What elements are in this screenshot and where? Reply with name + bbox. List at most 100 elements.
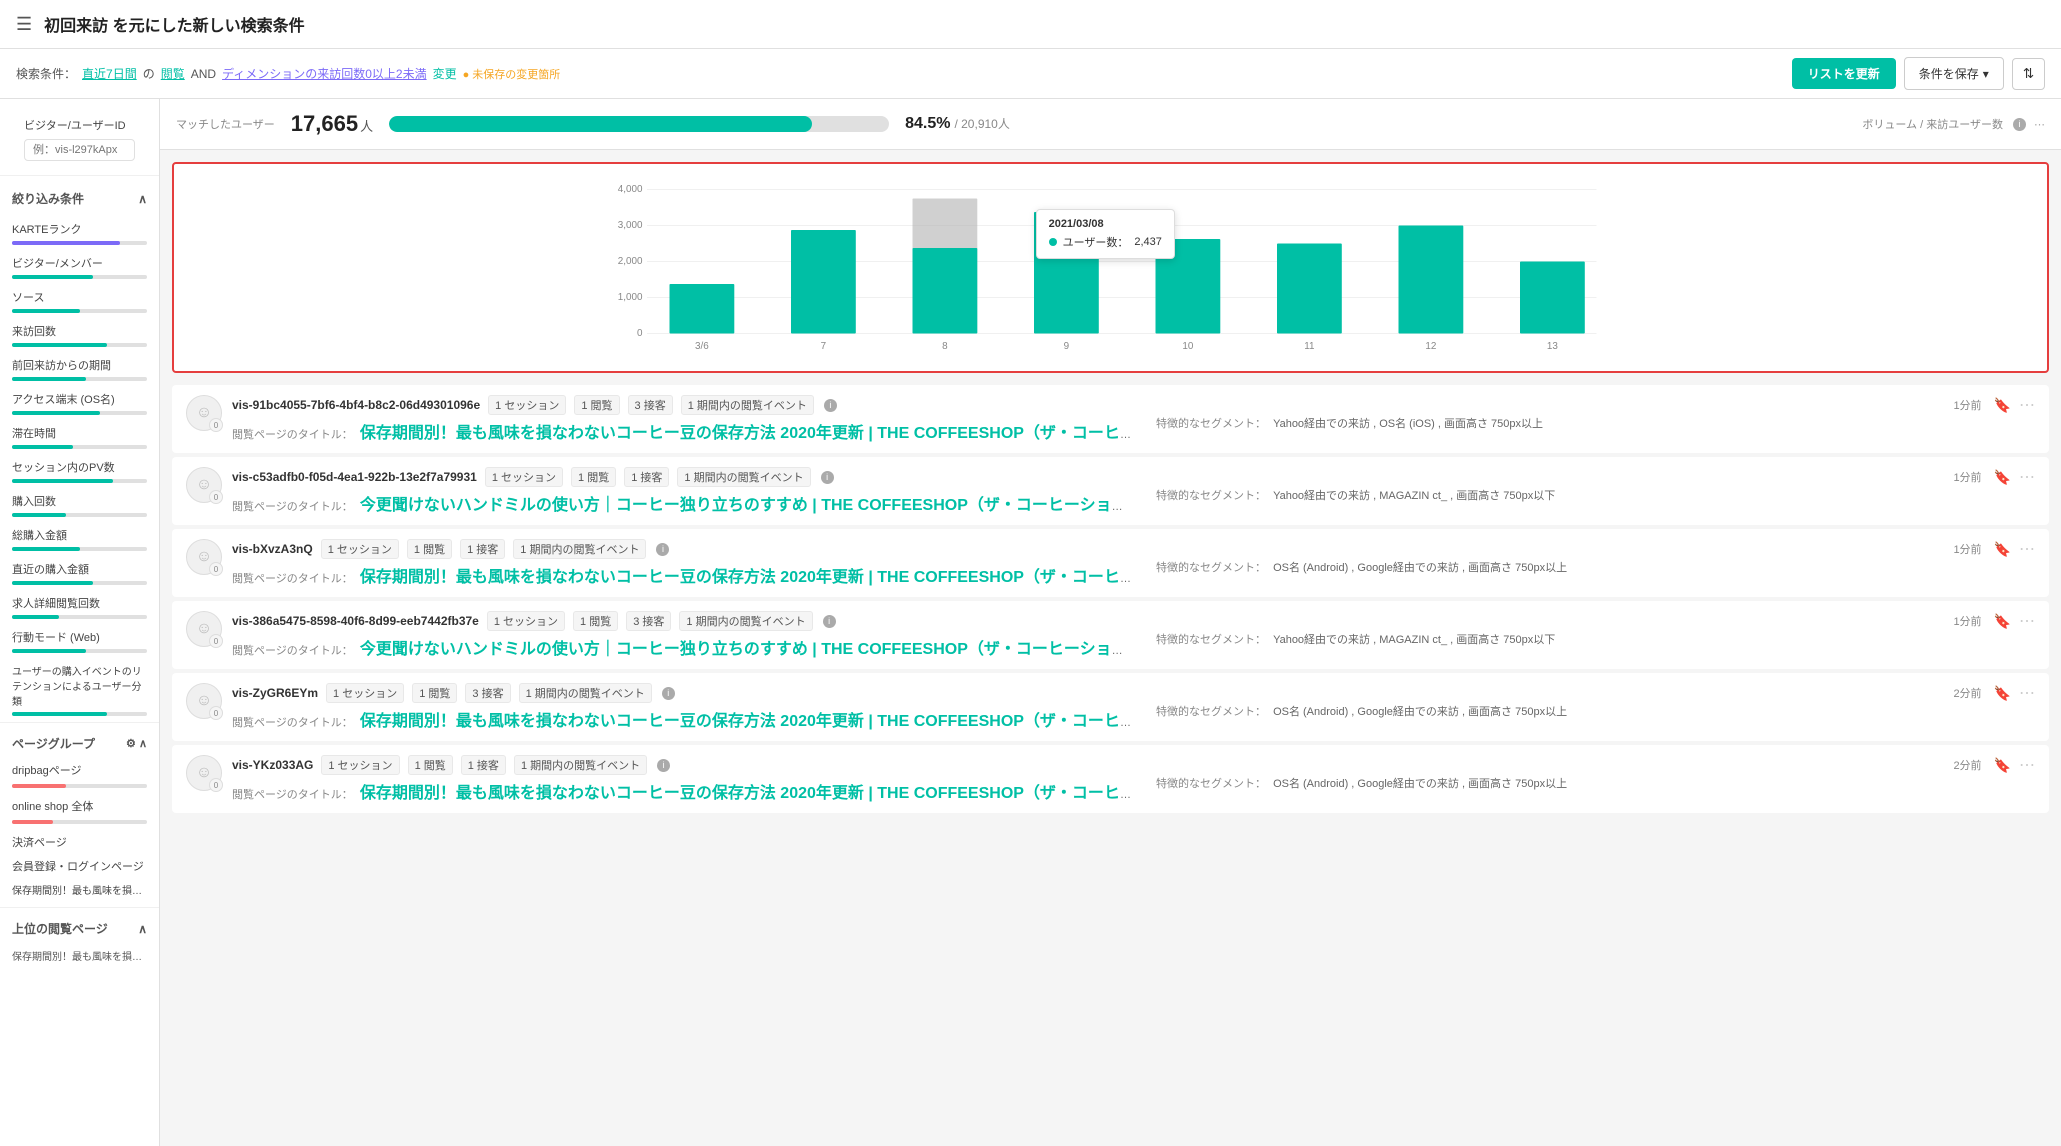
filter-pv-count[interactable]: セッション内のPV数 bbox=[0, 455, 159, 477]
user-visits: 3 接客 bbox=[628, 395, 673, 415]
events-info-icon[interactable]: i bbox=[656, 543, 669, 556]
bookmark-icon[interactable]: 🔖 bbox=[1994, 613, 2011, 630]
page-group-account[interactable]: 会員登録・ログインページ bbox=[0, 854, 159, 878]
filter-device[interactable]: アクセス端末 (OS名) bbox=[0, 387, 159, 409]
bookmark-icon[interactable]: 🔖 bbox=[1994, 541, 2011, 558]
page-group-storage[interactable]: 保存期間別！最も風味を損なわないコー... bbox=[0, 878, 159, 901]
more-icon[interactable]: ⋯ bbox=[2019, 755, 2035, 775]
visitor-id-input[interactable] bbox=[24, 139, 135, 161]
page-title-text[interactable]: 保存期間別！最も風味を損なわないコーヒー豆の保存方法 2020年更新 | THE… bbox=[360, 569, 1132, 586]
user-item-right: 1分前 🔖 ⋯ bbox=[1953, 539, 2035, 559]
conditions-link2[interactable]: 閲覧 bbox=[161, 65, 185, 82]
page-title-text[interactable]: 保存期間別！最も風味を損なわないコーヒー豆の保存方法 2020年更新 | THE… bbox=[360, 425, 1132, 442]
page-group-online-shop[interactable]: online shop 全体 bbox=[0, 794, 159, 818]
bookmark-icon[interactable]: 🔖 bbox=[1994, 757, 2011, 774]
user-id-row: vis-YKz033AG 1 セッション 1 閲覧 1 接客 1 期間内の閲覧イ… bbox=[232, 755, 1943, 775]
page-label: 閲覧ページのタイトル： bbox=[232, 501, 353, 513]
page-label: 閲覧ページのタイトル： bbox=[232, 789, 353, 801]
filter-section: 絞り込み条件 ∧ bbox=[0, 180, 159, 217]
chart-svg: 4,000 3,000 2,000 1,000 0 bbox=[190, 176, 2031, 356]
user-segment: 特徴的なセグメント： OS名 (Android) , Google経由での来訪 … bbox=[1156, 703, 1567, 719]
user-events: 1 期間内の閲覧イベント bbox=[514, 755, 647, 775]
events-info-icon[interactable]: i bbox=[821, 471, 834, 484]
bookmark-icon[interactable]: 🔖 bbox=[1994, 469, 2011, 486]
page-title-text[interactable]: 保存期間別！最も風味を損なわないコーヒー豆の保存方法 2020年更新 | THE… bbox=[360, 785, 1132, 802]
events-info-icon[interactable]: i bbox=[824, 399, 837, 412]
hamburger-menu[interactable]: ☰ bbox=[16, 14, 32, 35]
user-id[interactable]: vis-c53adfb0-f05d-4ea1-922b-13e2f7a79931 bbox=[232, 470, 477, 484]
events-info-icon[interactable]: i bbox=[657, 759, 670, 772]
filter-visit-count[interactable]: 来訪回数 bbox=[0, 319, 159, 341]
bookmark-icon[interactable]: 🔖 bbox=[1994, 397, 2011, 414]
more-icon[interactable]: ⋯ bbox=[2019, 467, 2035, 487]
stats-percentage: 84.5% / 20,910人 bbox=[905, 115, 1010, 133]
conditions-link3[interactable]: ディメンションの来訪回数0以上2未満 bbox=[222, 65, 427, 82]
filter-stay-time[interactable]: 滞在時間 bbox=[0, 421, 159, 443]
user-list: ☺ 0 vis-91bc4055-7bf6-4bf4-b8c2-06d49301… bbox=[172, 385, 2049, 813]
page-title-text[interactable]: 保存期間別！最も風味を損なわないコーヒー豆の保存方法 2020年更新 | THE… bbox=[360, 713, 1132, 730]
save-conditions-button[interactable]: 条件を保存 ▾ bbox=[1904, 57, 2004, 90]
user-id[interactable]: vis-bXvzA3nQ bbox=[232, 542, 313, 556]
page-title-text[interactable]: 今更聞けないハンドミルの使い方｜コーヒー独り立ちのすすめ | THE COFFE… bbox=[360, 641, 1132, 658]
sort-button[interactable]: ⇅ bbox=[2012, 58, 2045, 90]
user-id-row: vis-91bc4055-7bf6-4bf4-b8c2-06d49301096e… bbox=[232, 395, 1943, 415]
top-pages-section-header[interactable]: 上位の閲覧ページ ∧ bbox=[0, 914, 159, 943]
top-page-item-1[interactable]: 保存期間別！最も風味を損なわないコー... bbox=[12, 947, 147, 964]
svg-text:2,000: 2,000 bbox=[618, 256, 643, 267]
page-title-text[interactable]: 今更聞けないハンドミルの使い方｜コーヒー独り立ちのすすめ | THE COFFE… bbox=[360, 497, 1132, 514]
events-info-icon[interactable]: i bbox=[823, 615, 836, 628]
page-group-dripbag[interactable]: dripbagページ bbox=[0, 758, 159, 782]
stats-progress-bar bbox=[389, 116, 889, 132]
more-icon[interactable]: ⋯ bbox=[2019, 611, 2035, 631]
svg-text:12: 12 bbox=[1425, 341, 1436, 352]
filter-last-visit[interactable]: 前回来訪からの期間 bbox=[0, 353, 159, 375]
page-group-checkout[interactable]: 決済ページ bbox=[0, 830, 159, 854]
page-group-online-shop-bar bbox=[12, 820, 147, 824]
filter-total-amount[interactable]: 総購入金額 bbox=[0, 523, 159, 545]
user-id[interactable]: vis-386a5475-8598-40f6-8d99-eeb7442fb37e bbox=[232, 614, 479, 628]
events-info-icon[interactable]: i bbox=[662, 687, 675, 700]
user-info: vis-bXvzA3nQ 1 セッション 1 閲覧 1 接客 1 期間内の閲覧イ… bbox=[232, 539, 1943, 587]
user-page: 閲覧ページのタイトル： 今更聞けないハンドミルの使い方｜コーヒー独り立ちのすすめ… bbox=[232, 635, 1132, 659]
stats-volume-label: ボリューム / 来訪ユーザー数 i ⋯ bbox=[1862, 116, 2045, 132]
conditions-link1[interactable]: 直近7日間 bbox=[82, 65, 137, 82]
user-segment: 特徴的なセグメント： Yahoo経由での来訪 , MAGAZIN ct_ , 画… bbox=[1156, 631, 1555, 647]
filter-stay-time-bar bbox=[12, 445, 147, 449]
filter-behavior-mode[interactable]: 行動モード (Web) bbox=[0, 625, 159, 647]
filter-source[interactable]: ソース bbox=[0, 285, 159, 307]
filter-karte-rank[interactable]: KARTEランク bbox=[0, 217, 159, 239]
user-questions: 1 閲覧 bbox=[408, 755, 453, 775]
header: ☰ 初回来訪 を元にした新しい検索条件 bbox=[0, 0, 2061, 49]
conditions-change[interactable]: 変更 bbox=[433, 65, 457, 82]
update-list-button[interactable]: リストを更新 bbox=[1792, 58, 1896, 89]
filter-retention[interactable]: ユーザーの購入イベントのリテンションによるユーザー分類 bbox=[0, 659, 159, 710]
filter-visitor-member[interactable]: ビジター/メンバー bbox=[0, 251, 159, 273]
volume-info-icon[interactable]: i bbox=[2013, 118, 2026, 131]
user-time: 1分前 bbox=[1953, 613, 1981, 629]
user-id[interactable]: vis-91bc4055-7bf6-4bf4-b8c2-06d49301096e bbox=[232, 398, 480, 412]
more-icon[interactable]: ⋯ bbox=[2019, 539, 2035, 559]
user-id[interactable]: vis-ZyGR6EYm bbox=[232, 686, 318, 700]
page-group-section-header[interactable]: ページグループ ⚙ ∧ bbox=[0, 729, 159, 758]
bookmark-icon[interactable]: 🔖 bbox=[1994, 685, 2011, 702]
user-questions: 1 閲覧 bbox=[573, 611, 618, 631]
user-time: 1分前 bbox=[1953, 469, 1981, 485]
svg-text:3/6: 3/6 bbox=[695, 341, 709, 352]
user-time: 1分前 bbox=[1953, 541, 1981, 557]
user-info: vis-c53adfb0-f05d-4ea1-922b-13e2f7a79931… bbox=[232, 467, 1943, 515]
user-id[interactable]: vis-YKz033AG bbox=[232, 758, 313, 772]
svg-text:4,000: 4,000 bbox=[618, 184, 643, 195]
filter-karte-rank-bar bbox=[12, 241, 147, 245]
user-item-right: 1分前 🔖 ⋯ bbox=[1953, 395, 2035, 415]
more-icon[interactable]: ⋯ bbox=[2019, 395, 2035, 415]
user-item: ☺ 0 vis-YKz033AG 1 セッション 1 閲覧 1 接客 1 期間内… bbox=[172, 745, 2049, 813]
filter-recent-amount[interactable]: 直近の購入金額 bbox=[0, 557, 159, 579]
user-page: 閲覧ページのタイトル： 保存期間別！最も風味を損なわないコーヒー豆の保存方法 2… bbox=[232, 419, 1132, 443]
user-item: ☺ 0 vis-c53adfb0-f05d-4ea1-922b-13e2f7a7… bbox=[172, 457, 2049, 525]
conditions-and: AND bbox=[191, 67, 216, 81]
filter-job-views[interactable]: 求人詳細閲覧回数 bbox=[0, 591, 159, 613]
filter-visitor-member-bar bbox=[12, 275, 147, 279]
filter-purchase-count[interactable]: 購入回数 bbox=[0, 489, 159, 511]
avatar: ☺ 0 bbox=[186, 395, 222, 431]
more-icon[interactable]: ⋯ bbox=[2019, 683, 2035, 703]
